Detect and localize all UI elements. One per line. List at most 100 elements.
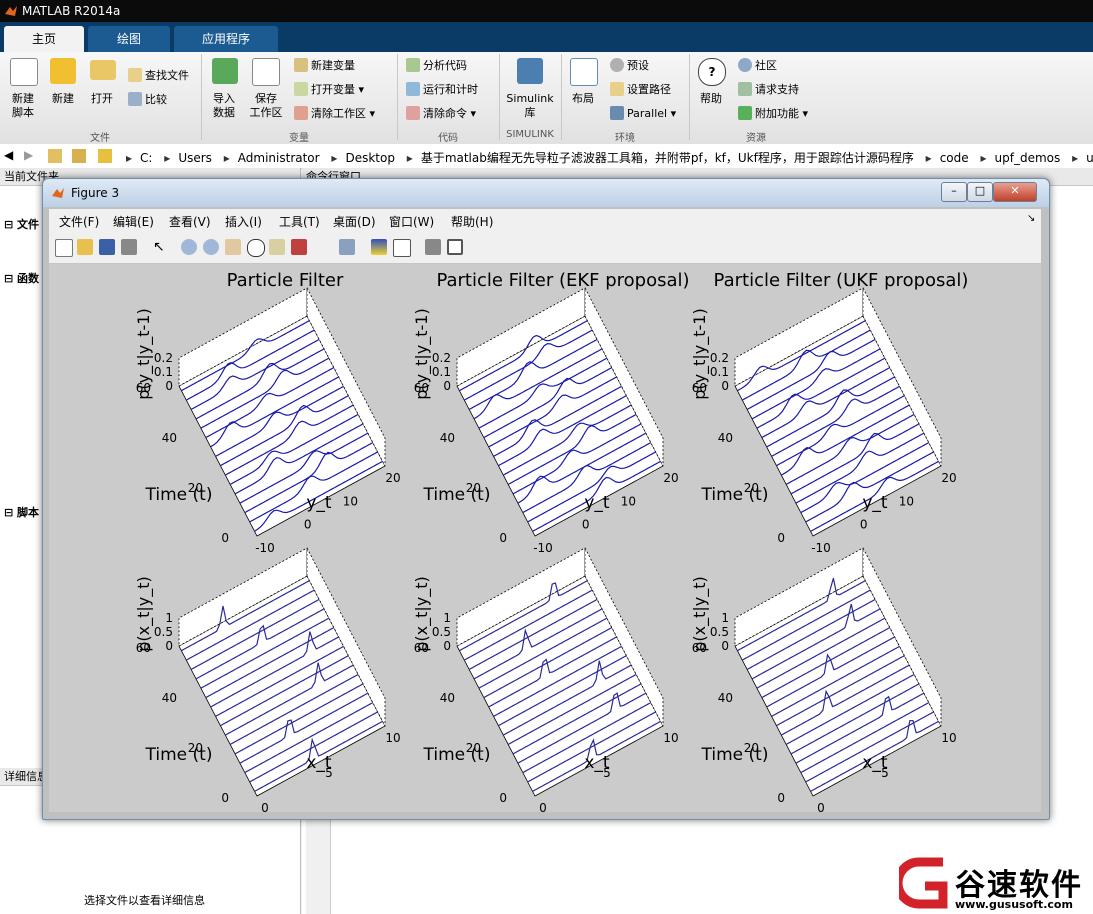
link-plot-icon[interactable] (339, 239, 355, 255)
figure-canvas[interactable]: Particle Filter 0 20 40 60 -10 0 10 20 0 0.1 0.2 Tim… (49, 264, 1041, 815)
rotate-3d-icon[interactable] (247, 239, 265, 257)
z-tick-label: 0 (443, 379, 451, 393)
analyze-code-icon (406, 58, 420, 72)
z-tick-label: 0.5 (432, 625, 451, 639)
save-workspace-button[interactable]: 保存 工作区 (246, 92, 286, 120)
add-ons-button[interactable]: 附加功能 ▾ (738, 106, 808, 122)
value-tick-label: 0 (860, 518, 868, 532)
section-scripts[interactable]: ⊟ 脚本 (4, 504, 39, 520)
pan-hand-icon[interactable] (225, 239, 241, 255)
time-tick-label: 40 (162, 431, 177, 445)
dock-icon[interactable]: ↘ (1027, 213, 1035, 224)
menu-desktop[interactable]: 桌面(D) (333, 213, 376, 230)
clear-commands-icon (406, 106, 420, 120)
time-tick-label: 0 (777, 531, 785, 545)
clear-workspace-icon (294, 106, 308, 120)
open-file-icon[interactable] (77, 239, 93, 255)
up-folder-icon[interactable] (48, 149, 62, 163)
menu-help[interactable]: 帮助(H) (451, 213, 493, 230)
preferences-button[interactable]: 预设 (610, 58, 649, 74)
section-functions[interactable]: ⊟ 函数 (4, 270, 39, 286)
new-variable-button[interactable]: 新建变量 (294, 58, 355, 74)
group-divider (397, 54, 398, 140)
figure-menu-bar: 文件(F) 编辑(E) 查看(V) 插入(I) 工具(T) 桌面(D) 窗口(W… (49, 209, 1041, 231)
breadcrumb-item[interactable]: Administrator (238, 151, 320, 165)
value-tick-label: 20 (941, 471, 956, 485)
clear-commands-button[interactable]: 清除命令 ▾ (406, 106, 476, 122)
new-figure-icon[interactable] (55, 239, 73, 257)
value-tick-label: 10 (621, 494, 636, 508)
open-folder-icon (90, 60, 116, 80)
hide-plot-tools-icon[interactable] (425, 239, 441, 255)
layout-button[interactable]: 布局 (564, 92, 602, 106)
value-tick-label: -10 (811, 541, 831, 555)
menu-tools[interactable]: 工具(T) (279, 213, 320, 230)
set-path-icon (610, 82, 624, 96)
breadcrumb-item[interactable]: code (940, 151, 969, 165)
value-tick-label: 10 (385, 731, 400, 745)
z-tick-label: 1 (721, 611, 729, 625)
add-ons-icon (738, 106, 752, 120)
new-script-button[interactable]: 新建 脚本 (4, 92, 42, 120)
tab-home[interactable]: 主页 (4, 26, 84, 52)
request-support-button[interactable]: 请求支持 (738, 82, 799, 98)
breadcrumb-item[interactable]: upf_dem (1086, 151, 1093, 165)
simulink-library-button[interactable]: Simulink 库 (504, 92, 556, 120)
tab-plots[interactable]: 绘图 (88, 26, 170, 52)
figure-window[interactable]: Figure 3 – □ ✕ 文件(F) 编辑(E) 查看(V) 插入(I) 工… (42, 178, 1050, 820)
breadcrumb-item[interactable]: Desktop (345, 151, 395, 165)
show-plot-tools-icon[interactable] (447, 239, 463, 255)
density-axis-label: p(y_t|y_t-1) (690, 308, 710, 399)
menu-window[interactable]: 窗口(W) (389, 213, 434, 230)
time-tick-label: 0 (777, 791, 785, 805)
set-path-button[interactable]: 设置路径 (610, 82, 671, 98)
zoom-in-icon[interactable] (181, 239, 197, 255)
new-button[interactable]: 新建 (46, 92, 80, 106)
colorbar-icon[interactable] (371, 239, 387, 255)
analyze-code-button[interactable]: 分析代码 (406, 58, 467, 74)
help-button[interactable]: 帮助 (694, 92, 728, 106)
breadcrumb-item[interactable]: 基于matlab编程无先导粒子滤波器工具箱，并附带pf，kf，Ukf程序，用于跟… (421, 151, 914, 165)
run-and-time-icon (406, 82, 420, 96)
close-button[interactable]: ✕ (993, 182, 1037, 202)
maximize-button[interactable]: □ (967, 182, 993, 202)
menu-file[interactable]: 文件(F) (59, 213, 99, 230)
compare-button[interactable]: 比较 (128, 92, 167, 108)
z-tick-label: 0.2 (710, 351, 729, 365)
open-variable-button[interactable]: 打开变量 ▾ (294, 82, 364, 98)
browse-folder-icon[interactable] (72, 149, 86, 163)
import-data-button[interactable]: 导入 数据 (206, 92, 242, 120)
find-files-button[interactable]: 查找文件 (128, 68, 189, 84)
menu-edit[interactable]: 编辑(E) (113, 213, 154, 230)
value-tick-label: 20 (663, 471, 678, 485)
value-axis-label: y_t (306, 493, 332, 513)
forward-icon[interactable]: ▶ (24, 148, 33, 162)
value-tick-label: 0 (817, 801, 825, 812)
back-icon[interactable]: ◀ (4, 148, 13, 162)
parallel-button[interactable]: Parallel ▾ (610, 106, 676, 122)
menu-view[interactable]: 查看(V) (169, 213, 211, 230)
minimize-button[interactable]: – (941, 182, 967, 202)
legend-icon[interactable] (393, 239, 411, 257)
clear-workspace-button[interactable]: 清除工作区 ▾ (294, 106, 375, 122)
breadcrumb-item[interactable]: C: (140, 151, 152, 165)
zoom-out-icon[interactable] (203, 239, 219, 255)
community-button[interactable]: 社区 (738, 58, 777, 74)
subplot: Particle Filter (EKF proposal)0204060-10… (412, 270, 690, 555)
time-axis-label: Time (t) (701, 485, 769, 505)
breadcrumb-item[interactable]: upf_demos (995, 151, 1061, 165)
z-tick-label: 0.2 (154, 351, 173, 365)
open-button[interactable]: 打开 (84, 92, 120, 106)
brush-icon[interactable] (291, 239, 307, 255)
tab-apps[interactable]: 应用程序 (174, 26, 278, 52)
section-files[interactable]: ⊟ 文件 (4, 216, 39, 232)
run-and-time-button[interactable]: 运行和计时 (406, 82, 478, 98)
data-cursor-icon[interactable] (269, 239, 285, 255)
menu-insert[interactable]: 插入(I) (225, 213, 262, 230)
subplot-title: Particle Filter (EKF proposal) (436, 270, 689, 291)
breadcrumb-item[interactable]: Users (178, 151, 212, 165)
select-arrow-icon[interactable]: ↖ (153, 239, 169, 255)
value-tick-label: -10 (533, 541, 553, 555)
save-icon[interactable] (99, 239, 115, 255)
print-icon[interactable] (121, 239, 137, 255)
